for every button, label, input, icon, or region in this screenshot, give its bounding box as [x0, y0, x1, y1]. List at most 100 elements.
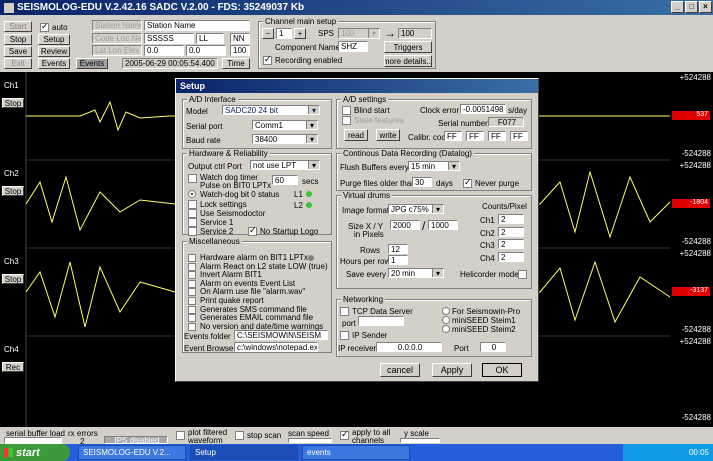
rows-field[interactable]: 12 [388, 244, 408, 254]
component-field[interactable]: SHZ [338, 41, 368, 52]
watchdog-secs-field[interactable]: 60 [272, 175, 298, 185]
time-button[interactable]: Time [222, 58, 250, 69]
channel-3-button[interactable]: Stop [2, 274, 24, 284]
ip-port-field[interactable]: 0 [480, 342, 506, 352]
counts-ch2-field[interactable]: 2 [498, 227, 524, 237]
calibr-code-field-2[interactable]: FF [466, 131, 484, 141]
blind-start-checkbox[interactable] [342, 106, 351, 115]
counts-ch4-field[interactable]: 2 [498, 252, 524, 262]
purge-days-field[interactable]: 30 [412, 177, 432, 187]
events-button[interactable]: Events [38, 58, 70, 69]
output-port-select[interactable]: not use LPT [250, 160, 320, 170]
lock-settings-checkbox[interactable] [188, 200, 197, 209]
counts-ch3-field[interactable]: 2 [498, 239, 524, 249]
steim1-radio[interactable] [442, 316, 450, 324]
maximize-icon[interactable]: □ [685, 1, 698, 13]
task-seismolog[interactable]: SEISMOLOG-EDU V.2... [78, 445, 186, 460]
channel-number-field[interactable]: 1 [276, 28, 292, 39]
ip-sender-checkbox[interactable] [340, 331, 349, 340]
tray-clock: 00:05 [688, 448, 709, 457]
channel-2-button[interactable]: Stop [2, 186, 24, 196]
network-field[interactable]: NN [230, 33, 250, 44]
channel-4-button[interactable]: Rec [2, 362, 24, 372]
no-startup-logo-checkbox[interactable] [248, 225, 257, 236]
stop-scan-checkbox[interactable] [235, 431, 244, 440]
misc-option-checkbox[interactable] [188, 254, 196, 262]
model-select[interactable]: SADC20 24 bit [222, 105, 320, 115]
event-browser-label: Event Browser [184, 344, 237, 353]
minimize-icon[interactable]: _ [671, 1, 684, 13]
misc-option-checkbox[interactable] [188, 305, 196, 314]
cancel-button[interactable]: cancel [380, 363, 420, 377]
helicorder-checkbox[interactable] [518, 270, 527, 279]
stop-button[interactable]: Stop [4, 34, 32, 45]
sps-select[interactable]: 100 [338, 28, 380, 39]
image-format-select[interactable]: JPG c75% [388, 204, 444, 214]
baud-rate-select[interactable]: 38400 [252, 134, 318, 144]
never-purge-checkbox[interactable] [463, 177, 472, 188]
recording-checkbox[interactable] [263, 54, 272, 65]
clock-error-field[interactable]: -0.0051498 [460, 104, 506, 114]
channel-minus-button[interactable]: − [262, 28, 274, 39]
scan-speed-slider[interactable] [288, 438, 332, 443]
size-y-field[interactable]: 1000 [428, 220, 458, 230]
misc-option-checkbox[interactable] [188, 297, 196, 305]
events-toggle-button[interactable]: Events [76, 58, 108, 69]
setup-button[interactable]: Setup [38, 34, 70, 45]
size-x-field[interactable]: 2000 [390, 220, 420, 230]
write-button[interactable]: write [376, 129, 400, 141]
ok-button[interactable]: OK [482, 363, 522, 377]
location-field[interactable]: LL [196, 33, 224, 44]
start-button[interactable]: Start [4, 21, 32, 32]
save-every-select[interactable]: 20 min [388, 268, 444, 278]
misc-option-checkbox[interactable] [188, 271, 196, 280]
y-scale-slider[interactable] [400, 438, 440, 443]
misc-option-checkbox[interactable] [188, 322, 196, 331]
event-browser-field[interactable]: c:\windows\notepad.ex [234, 342, 318, 352]
watchdog-checkbox[interactable] [188, 174, 197, 183]
calibr-code-field-1[interactable]: FF [444, 131, 462, 141]
counts-ch1-field[interactable]: 2 [498, 214, 524, 224]
task-setup[interactable]: Setup [190, 445, 298, 460]
seismodoctor-checkbox[interactable] [188, 209, 197, 218]
misc-option-checkbox[interactable] [188, 288, 196, 297]
service1-checkbox[interactable] [188, 218, 197, 227]
station-code-field[interactable]: SSSSS [144, 33, 194, 44]
longitude-field[interactable]: 0.0 [186, 45, 226, 56]
close-icon[interactable]: × [699, 1, 712, 13]
hours-per-row-field[interactable]: 1 [388, 255, 408, 265]
apply-button[interactable]: Apply [432, 363, 472, 377]
station-name-field[interactable]: Station Name [144, 20, 250, 31]
read-button[interactable]: read [344, 129, 368, 141]
tcp-port-field[interactable] [358, 316, 404, 326]
start-menu-button[interactable]: start [0, 444, 70, 461]
more-details-button[interactable]: more details... [384, 55, 432, 67]
apply-all-checkbox[interactable] [340, 429, 349, 440]
auto-checkbox[interactable] [40, 21, 49, 32]
service2-checkbox[interactable] [188, 227, 197, 236]
review-button[interactable]: Review [38, 46, 70, 57]
channel-1-button[interactable]: Stop [2, 98, 24, 108]
misc-option-checkbox[interactable] [188, 262, 196, 271]
state-features-checkbox[interactable] [342, 116, 351, 125]
plot-filtered-checkbox[interactable] [176, 431, 185, 440]
for-seismowin-radio[interactable] [442, 307, 450, 315]
task-events[interactable]: events [302, 445, 410, 460]
steim2-radio[interactable] [442, 325, 450, 333]
misc-option-checkbox[interactable] [188, 314, 196, 323]
calibr-code-field-4[interactable]: FF [510, 131, 528, 141]
latitude-field[interactable]: 0.0 [144, 45, 184, 56]
serial-port-select[interactable]: Comm1 [252, 120, 318, 130]
events-folder-field[interactable]: C:\SEISMOWIN\SEISM [234, 330, 328, 340]
triggers-button[interactable]: Triggers [384, 41, 432, 53]
misc-option-checkbox[interactable] [188, 279, 196, 288]
flush-select[interactable]: 15 min [408, 161, 460, 171]
ip-receiver-field[interactable]: 0.0.0.0 [376, 342, 442, 352]
tcp-server-checkbox[interactable] [340, 307, 349, 316]
exit-button[interactable]: Exit [4, 58, 32, 69]
save-button[interactable]: Save [4, 46, 32, 57]
elevation-field[interactable]: 100 [230, 45, 250, 56]
watchdog-status-radio[interactable] [188, 190, 196, 198]
calibr-code-field-3[interactable]: FF [488, 131, 506, 141]
channel-plus-button[interactable]: + [294, 28, 306, 39]
